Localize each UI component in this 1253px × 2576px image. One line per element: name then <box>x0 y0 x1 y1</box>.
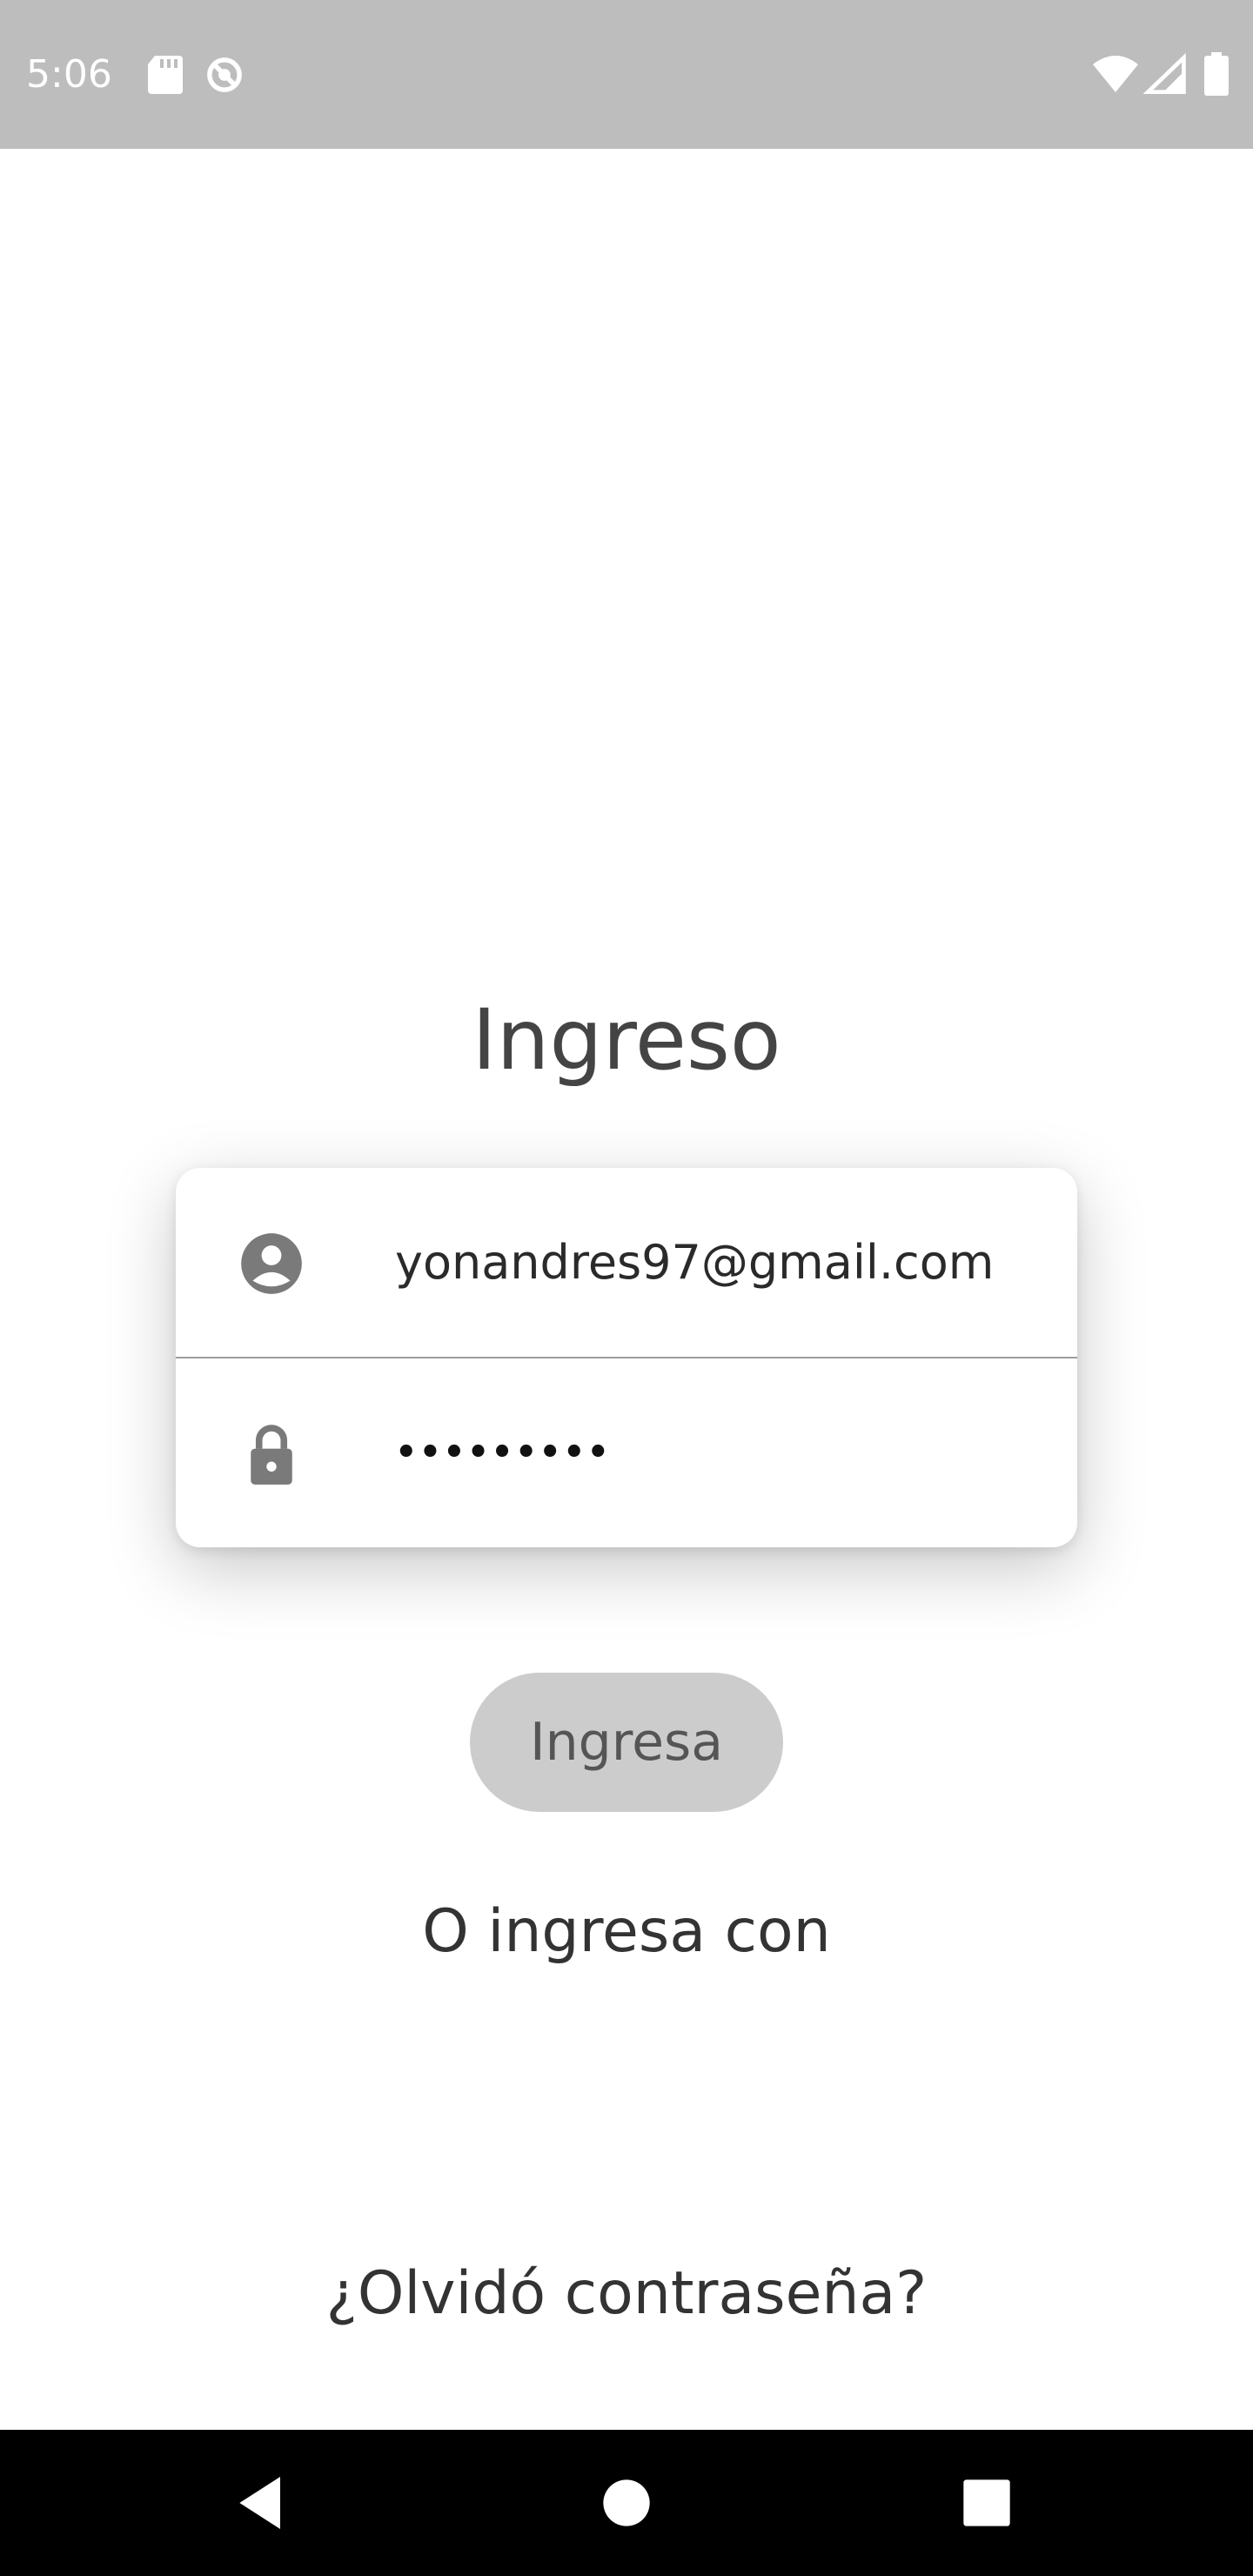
sd-card-icon <box>148 56 183 94</box>
email-row <box>176 1168 1077 1357</box>
recents-icon[interactable] <box>952 2468 1022 2538</box>
account-circle-icon <box>241 1233 302 1294</box>
forgot-password-link[interactable]: ¿Olvidó contraseña? <box>0 2251 1253 2338</box>
password-field[interactable] <box>395 1409 1039 1496</box>
sync-icon <box>207 57 242 92</box>
page-title: Ingreso <box>472 991 781 1089</box>
navigation-bar <box>0 2430 1253 2576</box>
login-button[interactable]: Ingresa <box>470 1673 783 1812</box>
lock-icon <box>251 1425 292 1485</box>
home-icon[interactable] <box>592 2468 661 2538</box>
status-bar: 5:06 <box>0 0 1253 149</box>
login-card <box>176 1168 1077 1547</box>
back-icon[interactable] <box>228 2468 298 2538</box>
battery-icon <box>1204 52 1229 96</box>
wifi-icon <box>1093 56 1138 92</box>
status-time: 5:06 <box>26 52 112 97</box>
signal-icon <box>1143 52 1186 94</box>
password-row <box>176 1358 1077 1547</box>
alt-login-text: O ingresa con <box>422 1897 831 1966</box>
email-field[interactable] <box>395 1218 1039 1305</box>
